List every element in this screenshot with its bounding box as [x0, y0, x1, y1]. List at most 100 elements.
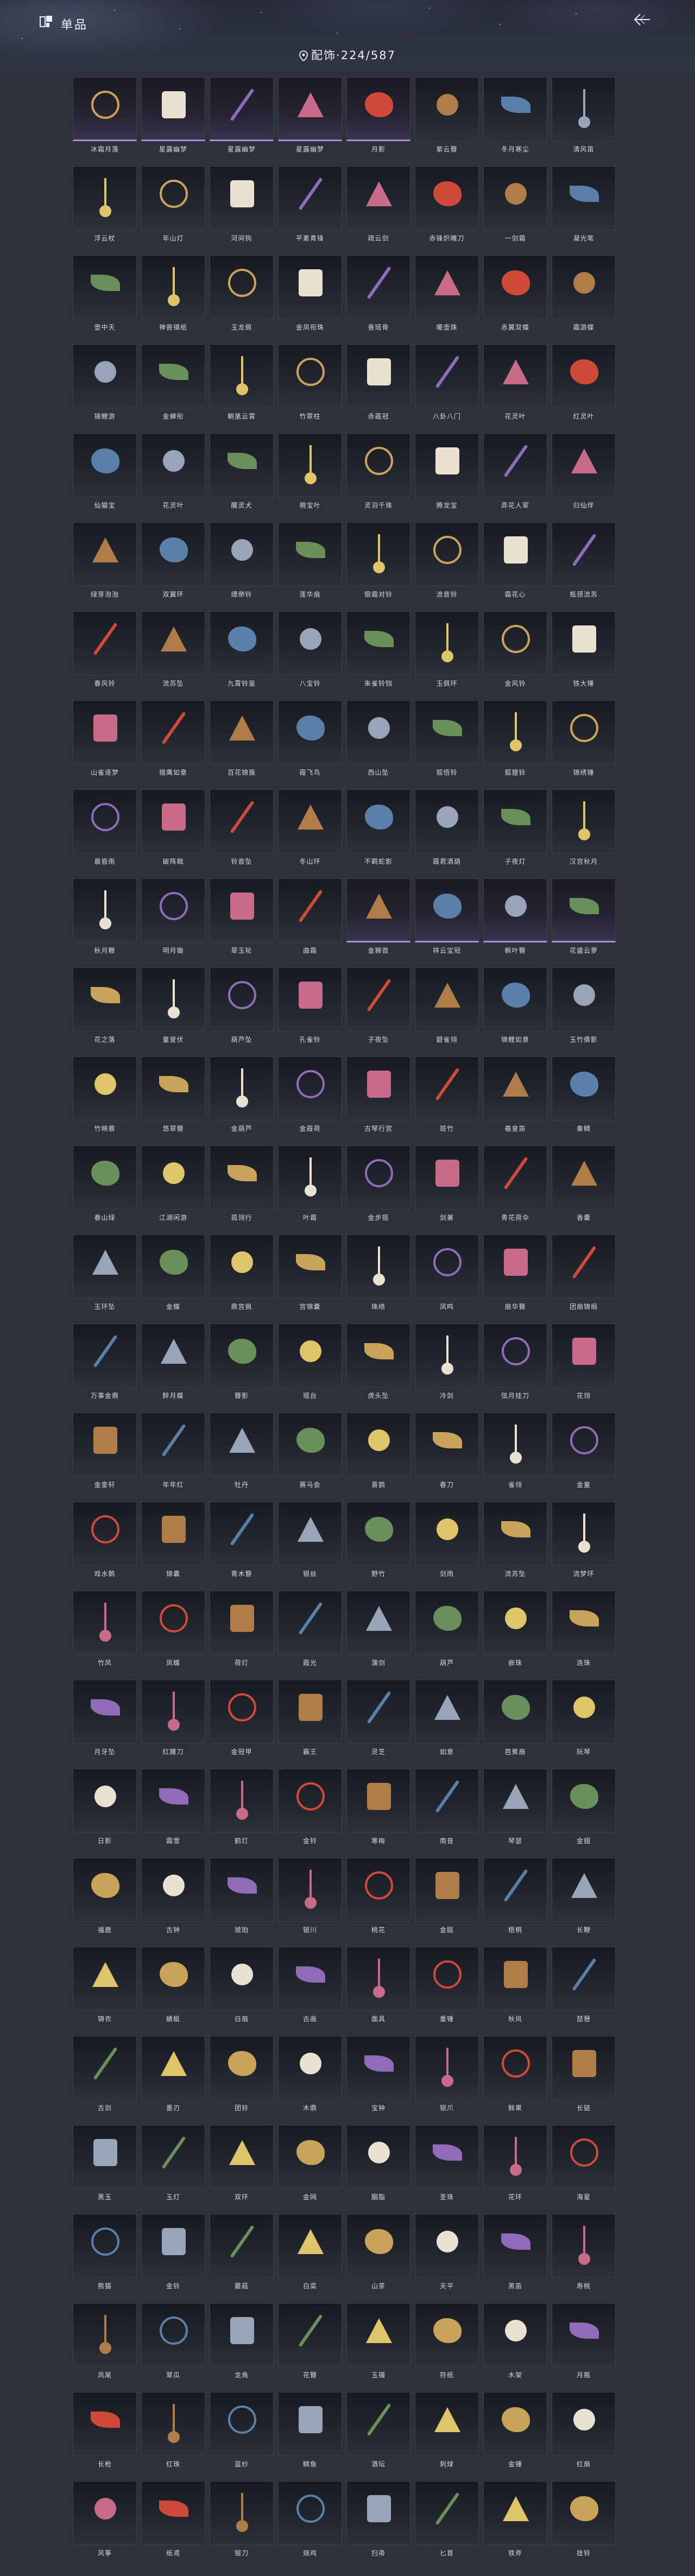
accessory-item[interactable]: 灵芝: [346, 1680, 410, 1756]
accessory-item[interactable]: 海星: [552, 2125, 616, 2201]
accessory-item[interactable]: 凝光笔: [552, 166, 616, 242]
accessory-item[interactable]: 红腰刀: [141, 1680, 205, 1756]
accessory-item[interactable]: 牡丹: [210, 1413, 274, 1489]
accessory-item[interactable]: 面具: [346, 1947, 410, 2023]
accessory-item[interactable]: 烧鸡: [278, 2481, 342, 2557]
accessory-item[interactable]: 金童: [552, 1413, 616, 1489]
accessory-item[interactable]: 蓝纱: [210, 2392, 274, 2468]
accessory-item[interactable]: 银爪: [415, 2036, 479, 2112]
accessory-item[interactable]: 萌宝叶: [278, 433, 342, 509]
accessory-item[interactable]: 酒坛: [346, 2392, 410, 2468]
accessory-item[interactable]: 金霞荷: [278, 1056, 342, 1132]
accessory-item[interactable]: 玉龙佩: [210, 255, 274, 331]
accessory-item[interactable]: 青木簪: [210, 1502, 274, 1578]
accessory-item[interactable]: 平素青锋: [278, 166, 342, 242]
accessory-item[interactable]: 冰霜月落: [73, 77, 137, 153]
accessory-item[interactable]: 年年红: [141, 1413, 205, 1489]
accessory-item[interactable]: 河间钩: [210, 166, 274, 242]
accessory-item[interactable]: 晨昏雨: [73, 789, 137, 865]
accessory-item[interactable]: 挂铃: [552, 2481, 616, 2557]
accessory-item[interactable]: 金狮首: [346, 878, 410, 954]
accessory-item[interactable]: 弦月挂刀: [483, 1324, 547, 1400]
accessory-item[interactable]: 江湖闲游: [141, 1145, 205, 1221]
accessory-item[interactable]: 长枪: [73, 2392, 137, 2468]
accessory-item[interactable]: 木鼎: [278, 2036, 342, 2112]
accessory-item[interactable]: 悠翠簪: [141, 1056, 205, 1132]
accessory-item[interactable]: 凤蝶: [141, 1591, 205, 1667]
accessory-item[interactable]: 子夜坠: [346, 967, 410, 1043]
accessory-item[interactable]: 金网: [278, 2125, 342, 2201]
accessory-item[interactable]: 翠玉轮: [210, 878, 274, 954]
accessory-item[interactable]: 花盛云萝: [552, 878, 616, 954]
accessory-item[interactable]: 万事金鼎: [73, 1324, 137, 1400]
accessory-item[interactable]: 金銮轩: [73, 1413, 137, 1489]
accessory-item[interactable]: 圣珠: [415, 2125, 479, 2201]
accessory-item[interactable]: 双翼环: [141, 522, 205, 598]
accessory-item[interactable]: 团扇锦缎: [552, 1235, 616, 1311]
accessory-item[interactable]: 古琴行宫: [346, 1056, 410, 1132]
accessory-item[interactable]: 荷灯: [210, 1591, 274, 1667]
accessory-item[interactable]: 金蝉衔: [141, 344, 205, 420]
accessory-item[interactable]: 墨刃: [141, 2036, 205, 2112]
accessory-item[interactable]: 浮云杖: [73, 166, 137, 242]
accessory-item[interactable]: 龙角: [210, 2303, 274, 2379]
accessory-item[interactable]: 醉月蝶: [141, 1324, 205, 1400]
accessory-item[interactable]: 锦囊: [141, 1502, 205, 1578]
accessory-item[interactable]: 清风笛: [552, 77, 616, 153]
accessory-item[interactable]: 簪影: [210, 1324, 274, 1400]
accessory-item[interactable]: 野竹: [346, 1502, 410, 1578]
accessory-item[interactable]: 疏云剑: [346, 166, 410, 242]
accessory-item[interactable]: 年山灯: [141, 166, 205, 242]
accessory-item[interactable]: 金凤衔珠: [278, 255, 342, 331]
accessory-item[interactable]: 玉镯: [346, 2303, 410, 2379]
accessory-item[interactable]: 铁斧: [483, 2481, 547, 2557]
accessory-item[interactable]: 花环: [483, 2125, 547, 2201]
accessory-item[interactable]: 蜻蜓: [141, 1947, 205, 2023]
accessory-item[interactable]: 冬月寒尘: [483, 77, 547, 153]
accessory-item[interactable]: 弄花人冢: [483, 433, 547, 509]
accessory-item[interactable]: 灵羽千珠: [346, 433, 410, 509]
accessory-item[interactable]: 枫叶簪: [483, 878, 547, 954]
accessory-item[interactable]: 神兽镇纸: [141, 255, 205, 331]
accessory-item[interactable]: 蘑菇: [210, 2214, 274, 2290]
accessory-item[interactable]: 香瑶骨: [346, 255, 410, 331]
accessory-item[interactable]: 珠络: [346, 1235, 410, 1311]
accessory-item[interactable]: 金瓯: [415, 1858, 479, 1934]
accessory-item[interactable]: 花簪: [278, 2303, 342, 2379]
accessory-item[interactable]: 剑雨: [415, 1502, 479, 1578]
accessory-item[interactable]: 戏水鹅: [73, 1502, 137, 1578]
accessory-item[interactable]: 金风铃: [483, 611, 547, 687]
accessory-item[interactable]: 狐狸铃: [483, 700, 547, 776]
accessory-item[interactable]: 朝凰云霄: [210, 344, 274, 420]
accessory-item[interactable]: 白扇: [210, 1947, 274, 2023]
accessory-item[interactable]: 秋月鞭: [73, 878, 137, 954]
accessory-item[interactable]: 童叟伏: [141, 967, 205, 1043]
accessory-item[interactable]: 金铃: [278, 1769, 342, 1845]
accessory-item[interactable]: 琵琶: [552, 1947, 616, 2023]
accessory-item[interactable]: 冬山环: [278, 789, 342, 865]
accessory-item[interactable]: 鲜果: [483, 2036, 547, 2112]
accessory-item[interactable]: 破阵戟: [141, 789, 205, 865]
accessory-item[interactable]: 锦绣锤: [552, 700, 616, 776]
accessory-item[interactable]: 团铃: [210, 2036, 274, 2112]
accessory-item[interactable]: 白菜: [278, 2214, 342, 2290]
accessory-item[interactable]: 花灵叶: [141, 433, 205, 509]
accessory-item[interactable]: 雀翎: [483, 1413, 547, 1489]
accessory-item[interactable]: 汉宫秋月: [552, 789, 616, 865]
accessory-item[interactable]: 葫芦坠: [210, 967, 274, 1043]
accessory-item[interactable]: 嵌珠: [483, 1591, 547, 1667]
accessory-item[interactable]: 红珠: [141, 2392, 205, 2468]
accessory-item[interactable]: 孔雀铃: [278, 967, 342, 1043]
accessory-item[interactable]: 流苏坠: [483, 1502, 547, 1578]
accessory-item[interactable]: 金葫芦: [210, 1056, 274, 1132]
accessory-item[interactable]: 暖壶珠: [415, 255, 479, 331]
accessory-item[interactable]: 霜游蝶: [552, 255, 616, 331]
accessory-item[interactable]: 玉竹倩影: [552, 967, 616, 1043]
accessory-item[interactable]: 重锤: [415, 1947, 479, 2023]
accessory-item[interactable]: 瓶颈流苏: [552, 522, 616, 598]
accessory-item[interactable]: 霞飞鸟: [278, 700, 342, 776]
accessory-item[interactable]: 花之落: [73, 967, 137, 1043]
accessory-item[interactable]: 百花锦簇: [210, 700, 274, 776]
accessory-item[interactable]: 霞光: [278, 1591, 342, 1667]
accessory-item[interactable]: 铃音坠: [210, 789, 274, 865]
